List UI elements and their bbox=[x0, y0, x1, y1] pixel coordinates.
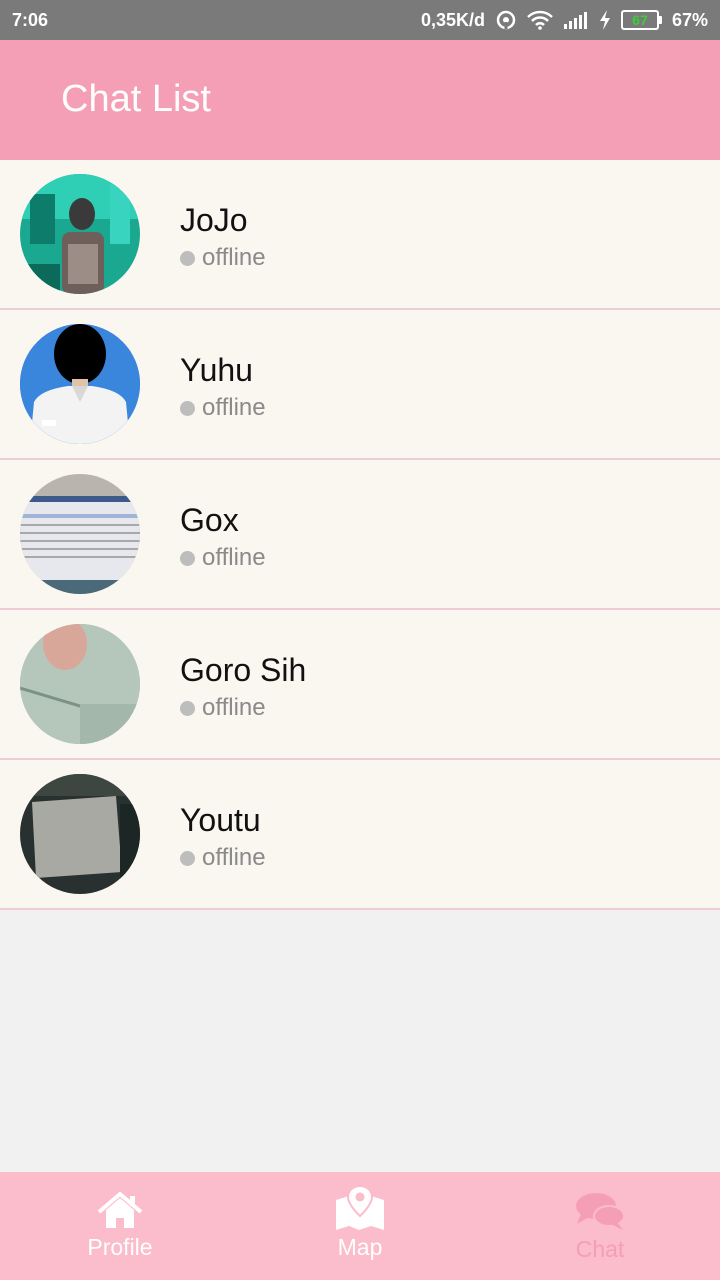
presence-status: offline bbox=[180, 394, 266, 422]
contact-name: Youtu bbox=[180, 802, 261, 838]
status-text: offline bbox=[202, 844, 266, 871]
status-icons: 0,35K/d 67 67% bbox=[421, 9, 708, 31]
presence-status: offline bbox=[180, 694, 266, 722]
nav-label-chat: Chat bbox=[575, 1236, 625, 1262]
network-speed: 0,35K/d bbox=[420, 9, 485, 30]
status-dot-icon bbox=[180, 400, 195, 416]
bottom-navigation: Profile Map Chat bbox=[0, 1172, 720, 1280]
map-icon bbox=[335, 1186, 385, 1230]
battery-percent: 67% bbox=[671, 9, 708, 30]
contact-name: Yuhu bbox=[180, 352, 253, 388]
battery-icon: 67 bbox=[620, 10, 662, 30]
presence-status: offline bbox=[180, 844, 266, 872]
nav-item-chat[interactable]: Chat bbox=[480, 1172, 720, 1280]
status-time: 7:06 bbox=[12, 9, 49, 30]
status-dot-icon bbox=[180, 700, 195, 716]
app-bar: Chat List bbox=[0, 40, 720, 160]
home-icon bbox=[96, 1192, 144, 1230]
chat-icon bbox=[575, 1192, 625, 1232]
battery-level: 67 bbox=[620, 10, 659, 30]
status-text: offline bbox=[202, 394, 266, 421]
contact-name: JoJo bbox=[180, 202, 248, 238]
status-text: offline bbox=[202, 544, 266, 571]
chat-list-item[interactable]: Goro Sih offline bbox=[0, 610, 720, 760]
contact-name: Goro Sih bbox=[180, 652, 307, 688]
avatar bbox=[20, 774, 140, 894]
nav-item-map[interactable]: Map bbox=[240, 1172, 480, 1280]
chat-list: JoJo offline Yuhu offline Gox offline Go… bbox=[0, 160, 720, 910]
page-title: Chat List bbox=[61, 78, 211, 120]
avatar bbox=[20, 624, 140, 744]
presence-status: offline bbox=[180, 244, 266, 272]
status-text: offline bbox=[202, 244, 266, 271]
chat-list-item[interactable]: Youtu offline bbox=[0, 760, 720, 910]
status-dot-icon bbox=[180, 550, 195, 566]
nav-label-map: Map bbox=[337, 1234, 383, 1260]
status-dot-icon bbox=[180, 850, 195, 866]
status-bar: 7:06 0,35K/d 67 67% bbox=[0, 0, 720, 40]
nav-label-profile: Profile bbox=[87, 1234, 153, 1260]
signal-icon bbox=[563, 11, 589, 29]
presence-status: offline bbox=[180, 544, 266, 572]
hotspot-icon bbox=[495, 9, 517, 31]
charging-icon bbox=[599, 10, 611, 30]
avatar bbox=[20, 324, 140, 444]
chat-list-item[interactable]: Yuhu offline bbox=[0, 310, 720, 460]
status-dot-icon bbox=[180, 250, 195, 266]
contact-name: Gox bbox=[180, 502, 239, 538]
avatar bbox=[20, 174, 140, 294]
status-text: offline bbox=[202, 694, 266, 721]
battery-tip bbox=[658, 16, 662, 24]
chat-list-item[interactable]: Gox offline bbox=[0, 460, 720, 610]
nav-item-profile[interactable]: Profile bbox=[0, 1172, 240, 1280]
avatar bbox=[20, 474, 140, 594]
chat-list-item[interactable]: JoJo offline bbox=[0, 160, 720, 310]
wifi-icon bbox=[527, 10, 553, 30]
